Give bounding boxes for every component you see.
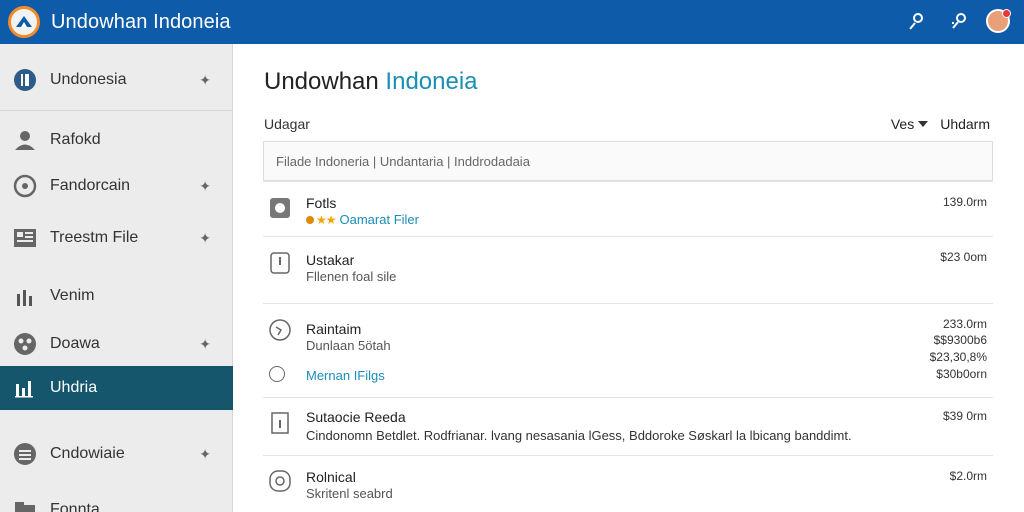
sidebar-item-label: Doawa: [50, 335, 100, 352]
item-subtitle: Fllenen foal sile: [306, 269, 397, 284]
sidebar-item-label: Cndowiaie: [50, 445, 125, 462]
user-icon: [12, 127, 38, 153]
refresh-icon: [269, 470, 291, 492]
item-title: Sutaocie Reeda: [306, 409, 406, 425]
expand-icon[interactable]: ✦: [199, 446, 211, 463]
list-item[interactable]: Fotls ★★ Oamarat Filer 139.0rm: [263, 181, 993, 236]
sort-label[interactable]: Uhdarm: [940, 116, 990, 132]
item-title: Fotls: [306, 195, 337, 211]
item-subtitle: Skritenl seabrd: [306, 486, 393, 501]
list-item[interactable]: Raintaim Dunlaan 5ötah Mernan IFilgs 233…: [263, 303, 993, 397]
radio-button[interactable]: [269, 366, 285, 382]
item-price: 139.0rm: [942, 195, 987, 209]
sidebar-item-label: Treestm File: [50, 229, 139, 246]
link-icon: [952, 13, 966, 29]
chevron-down-icon: [918, 121, 929, 127]
radio-label[interactable]: Mernan IFilgs: [306, 368, 385, 383]
app-logo-icon[interactable]: [8, 6, 40, 38]
sidebar-item-label: Fandorcain: [50, 177, 131, 194]
list-item[interactable]: Rolnical Skritenl seabrd $2.0rm: [263, 455, 993, 512]
sidebar-item-venim[interactable]: Venim: [0, 274, 233, 318]
item-title: Raintaim: [306, 321, 362, 337]
sidebar-item-fandorcain[interactable]: Fandorcain ✦: [0, 164, 233, 208]
item-description: Cindonomn Betdlet. Rodfrianar. lvang nes…: [306, 428, 852, 443]
expand-icon[interactable]: ✦: [199, 336, 211, 353]
list-icon: [12, 441, 38, 467]
chart-icon: [12, 283, 38, 309]
item-subtitle[interactable]: ★★ Oamarat Filer: [306, 212, 419, 227]
app-header: Undowhan Indoneia: [0, 0, 1024, 44]
section-label: Udagar: [264, 116, 310, 132]
sidebar: Undonesia ✦ Rafokd Fandorcain ✦ Treestm …: [0, 44, 233, 512]
page-title: Undowhan Indoneia: [264, 68, 478, 95]
item-price: $39 0rm: [942, 409, 987, 423]
compass-icon: [12, 173, 38, 199]
item-price: $$9300b6: [933, 333, 987, 347]
sidebar-item-label: Venim: [50, 287, 95, 304]
sidebar-item-label: Undonesia: [50, 71, 127, 88]
divider: [0, 110, 233, 111]
sidebar-item-doawa[interactable]: Doawa ✦: [0, 322, 233, 366]
item-price: $2.0rm: [949, 469, 987, 483]
list-item[interactable]: Sutaocie Reeda Cindonomn Betdlet. Rodfri…: [263, 397, 993, 455]
notification-badge: [1002, 9, 1011, 18]
sidebar-item-label: Fonnta: [50, 501, 100, 512]
item-title: Ustakar: [306, 252, 355, 268]
item-price: $23,30,8%: [929, 350, 987, 364]
item-price: $30b0orn: [936, 367, 987, 381]
expand-icon[interactable]: ✦: [199, 178, 211, 195]
item-subtitle: Dunlaan 5ötah: [306, 338, 391, 353]
list-item[interactable]: Ustakar Fllenen foal sile $23 0om: [263, 236, 993, 303]
user-search-button[interactable]: [902, 6, 932, 36]
user-search-icon: [909, 13, 923, 30]
folder-icon: [12, 497, 38, 512]
camera-icon: [269, 197, 291, 219]
sidebar-item-treestm-file[interactable]: Treestm File ✦: [0, 216, 233, 260]
main-content: Undowhan Indoneia Udagar Ves Uhdarm Fila…: [233, 44, 1024, 512]
settings-icon: [12, 331, 38, 357]
compass-icon: [269, 319, 291, 341]
bar-chart-icon: [12, 375, 38, 401]
item-title: Rolnical: [306, 469, 356, 485]
sidebar-item-cndowiaie[interactable]: Cndowiaie ✦: [0, 432, 233, 476]
sidebar-item-rafokd[interactable]: Rafokd: [0, 118, 233, 162]
file-icon: [12, 225, 38, 251]
rating-stars: ★★: [306, 213, 336, 227]
expand-icon[interactable]: ✦: [199, 230, 211, 247]
globe-icon: [12, 67, 38, 93]
filter-bar[interactable]: Filade Indoneria | Undantaria | Inddroda…: [263, 141, 993, 181]
app-title: Undowhan Indoneia: [51, 10, 231, 33]
item-price: 233.0rm: [942, 317, 987, 331]
sidebar-item-uhdria[interactable]: Uhdria: [0, 366, 233, 410]
sidebar-item-label: Rafokd: [50, 131, 101, 148]
document-icon: [269, 412, 291, 434]
sidebar-item-fonnta[interactable]: Fonnta: [0, 488, 233, 512]
sidebar-item-label: Uhdria: [50, 379, 98, 396]
info-icon: [269, 252, 291, 274]
expand-icon[interactable]: ✦: [199, 72, 211, 89]
sidebar-item-undonesia[interactable]: Undonesia ✦: [0, 58, 233, 102]
item-price: $23 0om: [940, 250, 987, 264]
link-button[interactable]: [944, 6, 974, 36]
avatar[interactable]: [986, 9, 1011, 33]
view-dropdown[interactable]: Ves: [891, 116, 929, 132]
